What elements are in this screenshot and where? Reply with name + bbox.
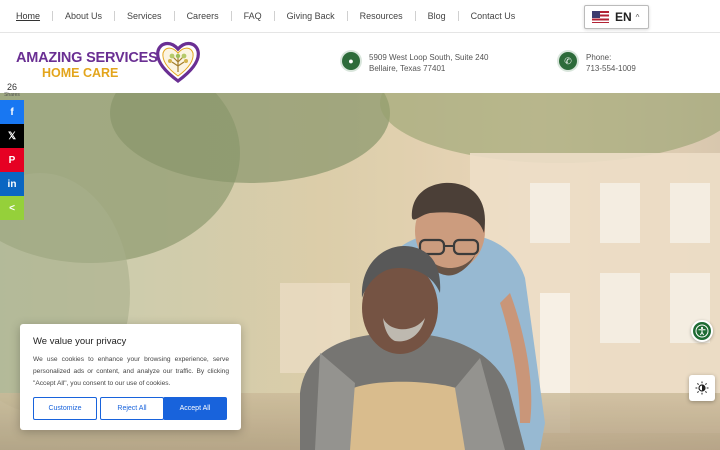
nav-about-us[interactable]: About Us [53,10,114,22]
accept-all-button[interactable]: Accept All [163,397,227,420]
reject-all-button[interactable]: Reject All [100,397,164,420]
cookie-consent-banner: We value your privacy We use cookies to … [20,324,241,430]
sun-contrast-icon [695,381,709,395]
phone-number[interactable]: 713-554-1009 [586,63,636,74]
share-icon: < [9,202,15,214]
nav-list: Home About Us Services Careers FAQ Givin… [4,10,527,22]
accessibility-button[interactable] [691,320,713,342]
customize-button[interactable]: Customize [33,397,97,420]
language-selector[interactable]: EN ^ [584,5,649,29]
pinterest-icon: P [8,154,16,166]
pinterest-share-button[interactable]: P [0,148,24,172]
accessibility-icon [695,324,709,338]
nav-contact-us[interactable]: Contact Us [459,10,528,22]
logo-text-line2[interactable]: HOME CARE [42,66,118,80]
phone-icon: ✆ [559,52,577,70]
nav-home[interactable]: Home [4,10,52,22]
share-count: 26 [6,82,17,92]
page: Home About Us Services Careers FAQ Givin… [0,0,720,450]
facebook-icon: f [10,106,14,118]
nav-resources[interactable]: Resources [348,10,415,22]
x-share-button[interactable]: 𝕏 [0,124,24,148]
nav-faq[interactable]: FAQ [232,10,274,22]
facebook-share-button[interactable]: f [0,100,24,124]
cookie-message: We use cookies to enhance your browsing … [33,356,229,387]
language-code: EN [615,10,632,24]
nav-careers[interactable]: Careers [175,10,231,22]
nav-blog[interactable]: Blog [416,10,458,22]
nav-services[interactable]: Services [115,10,174,22]
share-label: Shares [4,92,20,98]
sharethis-share-button[interactable]: < [0,196,24,220]
top-nav: Home About Us Services Careers FAQ Givin… [0,0,720,33]
nav-giving-back[interactable]: Giving Back [275,10,347,22]
phone-block: Phone: 713-554-1009 [586,52,636,74]
site-header: AMAZING SERVICES HOME CARE ● 5909 West L… [0,33,720,93]
address-line2: Bellaire, Texas 77401 [369,64,446,73]
address: 5909 West Loop South, Suite 240 Bellaire… [369,52,489,74]
linkedin-share-button[interactable]: in [0,172,24,196]
location-pin-icon: ● [342,52,360,70]
linkedin-icon: in [7,178,17,190]
heart-logo-icon[interactable] [155,40,201,84]
logo-text-line1[interactable]: AMAZING SERVICES [16,50,158,66]
address-line1: 5909 West Loop South, Suite 240 [369,53,489,62]
x-icon: 𝕏 [7,130,17,142]
cookie-title: We value your privacy [33,336,127,347]
phone-label: Phone: [586,53,612,62]
chevron-up-icon: ^ [635,12,640,22]
us-flag-icon [592,11,609,23]
contrast-toggle-button[interactable] [689,375,715,401]
